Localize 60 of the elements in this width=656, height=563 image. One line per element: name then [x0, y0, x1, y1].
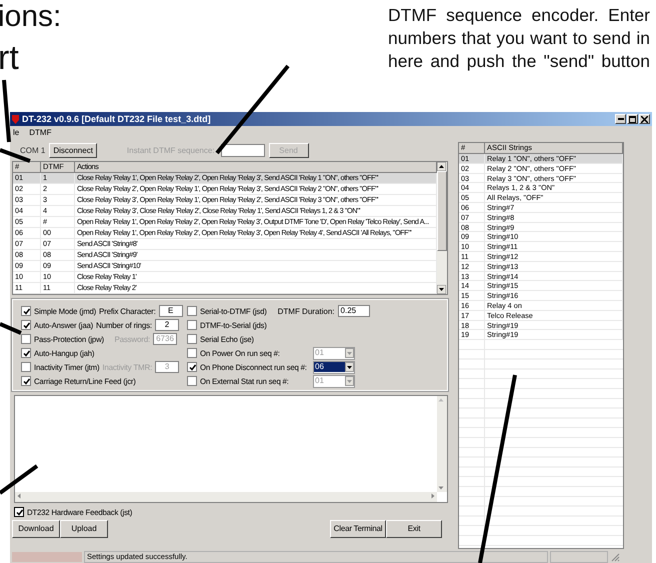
scroll-down-icon[interactable]: [437, 285, 446, 294]
annotation-heading: ions:: [0, 0, 62, 34]
action-button[interactable]: Upload: [60, 520, 108, 538]
field-label: Password:: [114, 334, 150, 344]
field-label: Inactivity TMR:: [102, 362, 152, 372]
scroll-left-icon[interactable]: [15, 492, 23, 500]
dtmf-sequence-label: Instant DTMF sequence:: [126, 146, 215, 154]
caret-icon: [345, 376, 354, 386]
maximize-button[interactable]: [627, 114, 638, 124]
caret-icon: [345, 348, 354, 358]
dtmf-sequence-field[interactable]: [220, 144, 265, 156]
checkbox[interactable]: [21, 306, 31, 316]
menu-item[interactable]: DTMF: [29, 128, 52, 137]
window-title: DT-232 v0.9.6 [Default DT232 File test_3.dtd]: [22, 114, 211, 124]
dropdown[interactable]: 06: [313, 360, 355, 374]
scrollbar[interactable]: [15, 492, 437, 502]
terminal-output[interactable]: [14, 395, 448, 503]
scroll-right-icon[interactable]: [429, 492, 437, 500]
input-field[interactable]: 2: [154, 319, 179, 331]
checkbox[interactable]: [21, 334, 31, 344]
field-label: Number of rings:: [96, 320, 152, 330]
action-button[interactable]: Exit: [386, 520, 442, 538]
minimize-icon: [618, 118, 624, 120]
input-field[interactable]: E: [158, 305, 183, 317]
checkbox[interactable]: [187, 376, 197, 386]
menu-item[interactable]: le: [13, 128, 20, 137]
port-label: COM 1: [20, 146, 46, 154]
input-field[interactable]: 0.25: [338, 305, 370, 317]
field-label: DTMF Duration:: [278, 306, 335, 316]
leader-line: [0, 322, 22, 335]
app-icon: [12, 114, 19, 124]
scrollbar[interactable]: [437, 162, 447, 294]
caret-icon: [345, 362, 354, 372]
scroll-thumb[interactable]: [437, 171, 447, 251]
scroll-up-icon[interactable]: [437, 162, 446, 171]
checkbox[interactable]: [187, 306, 197, 316]
checkbox[interactable]: [21, 320, 31, 330]
minimize-button[interactable]: [615, 114, 626, 124]
callout-text: DTMF sequence encoder. Enter numbers that you want to send in here and push the "send" button: [388, 4, 650, 73]
action-button[interactable]: Download: [12, 520, 60, 538]
status-indicator: [12, 552, 82, 562]
maximize-icon: [629, 116, 636, 122]
checkbox[interactable]: [187, 334, 197, 344]
checkbox[interactable]: [187, 348, 197, 358]
checkbox[interactable]: [21, 348, 31, 358]
checkbox[interactable]: [187, 362, 197, 372]
checkbox[interactable]: [187, 320, 197, 330]
leader-line: [2, 80, 11, 142]
resize-grip-icon: [610, 552, 620, 562]
close-icon: [641, 116, 648, 122]
checkbox[interactable]: [14, 507, 24, 517]
leader-line: [0, 464, 38, 495]
field-label: Prefix Character:: [99, 306, 156, 316]
close-button[interactable]: [639, 114, 650, 124]
action-button[interactable]: Clear Terminal: [330, 520, 386, 538]
annotation-label: rt: [0, 40, 20, 76]
checkbox[interactable]: [21, 362, 31, 372]
checkbox[interactable]: [21, 376, 31, 386]
status-panel: [550, 551, 608, 563]
disconnect-button[interactable]: Disconnect: [49, 142, 97, 158]
